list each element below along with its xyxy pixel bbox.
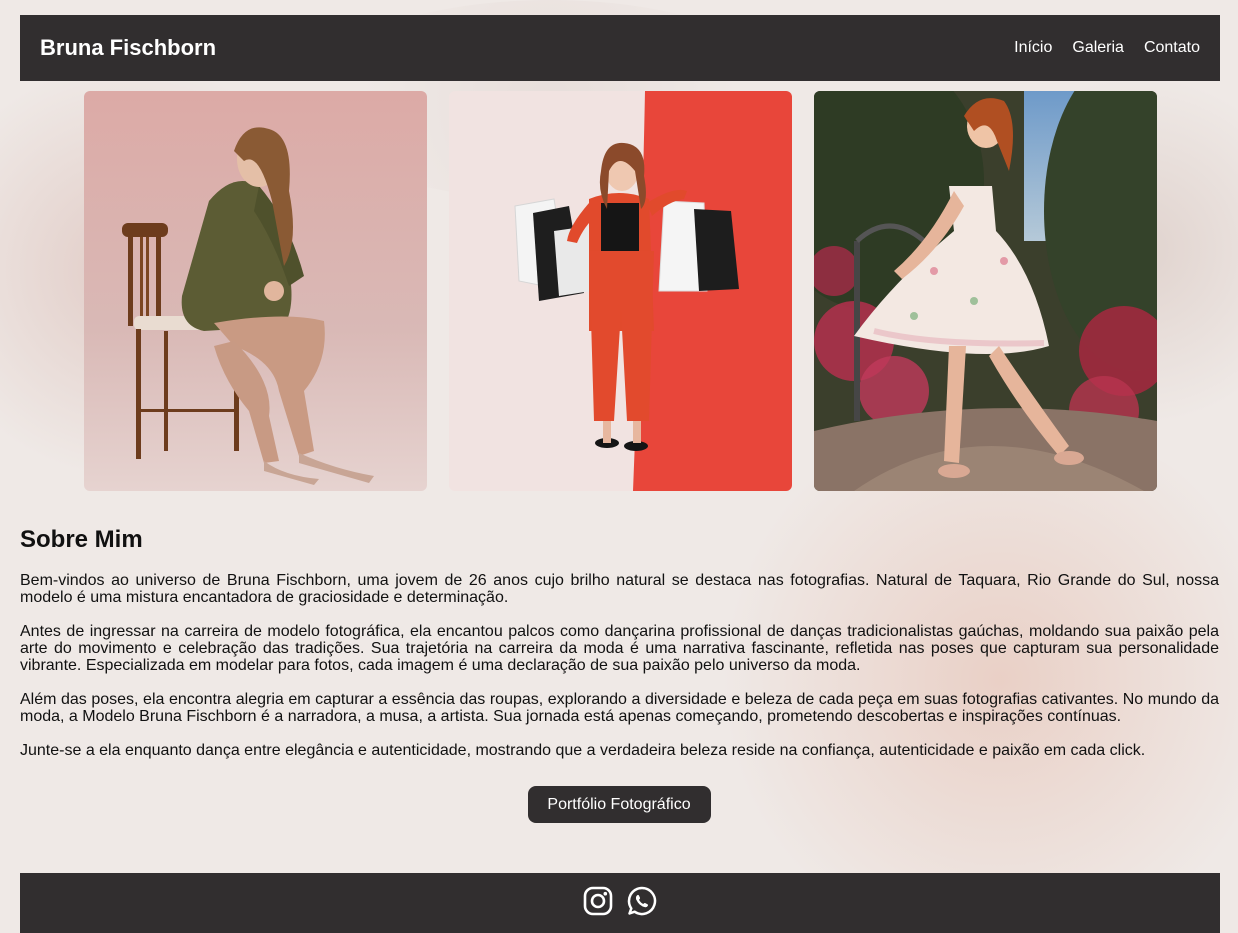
photo-gallery xyxy=(84,91,1157,491)
gallery-photo-3[interactable] xyxy=(814,91,1157,491)
nav-link-galeria[interactable]: Galeria xyxy=(1072,39,1124,57)
site-footer xyxy=(20,873,1220,933)
gallery-photo-1[interactable] xyxy=(84,91,427,491)
nav-link-inicio[interactable]: Início xyxy=(1014,39,1052,57)
site-header: Bruna Fischborn Início Galeria Contato xyxy=(20,15,1220,81)
about-title: Sobre Mim xyxy=(20,526,143,553)
portfolio-button[interactable]: Portfólio Fotográfico xyxy=(527,786,711,823)
about-section: Sobre Mim Bem-vindos ao universo de Brun… xyxy=(20,520,1219,776)
gallery-photo-2[interactable] xyxy=(449,91,792,491)
main-nav: Início Galeria Contato xyxy=(1014,39,1200,57)
cta-container: Portfólio Fotográfico xyxy=(0,786,1238,823)
whatsapp-icon[interactable] xyxy=(626,885,658,917)
about-paragraph-2: Antes de ingressar na carreira de modelo… xyxy=(20,623,1219,674)
brand-title[interactable]: Bruna Fischborn xyxy=(40,35,216,61)
about-paragraph-4: Junte-se a ela enquanto dança entre eleg… xyxy=(20,742,1146,759)
about-paragraph-3: Além das poses, ela encontra alegria em … xyxy=(20,691,1219,725)
nav-link-contato[interactable]: Contato xyxy=(1144,39,1200,57)
about-paragraph-1: Bem-vindos ao universo de Bruna Fischbor… xyxy=(20,572,1219,606)
instagram-icon[interactable] xyxy=(582,885,614,917)
